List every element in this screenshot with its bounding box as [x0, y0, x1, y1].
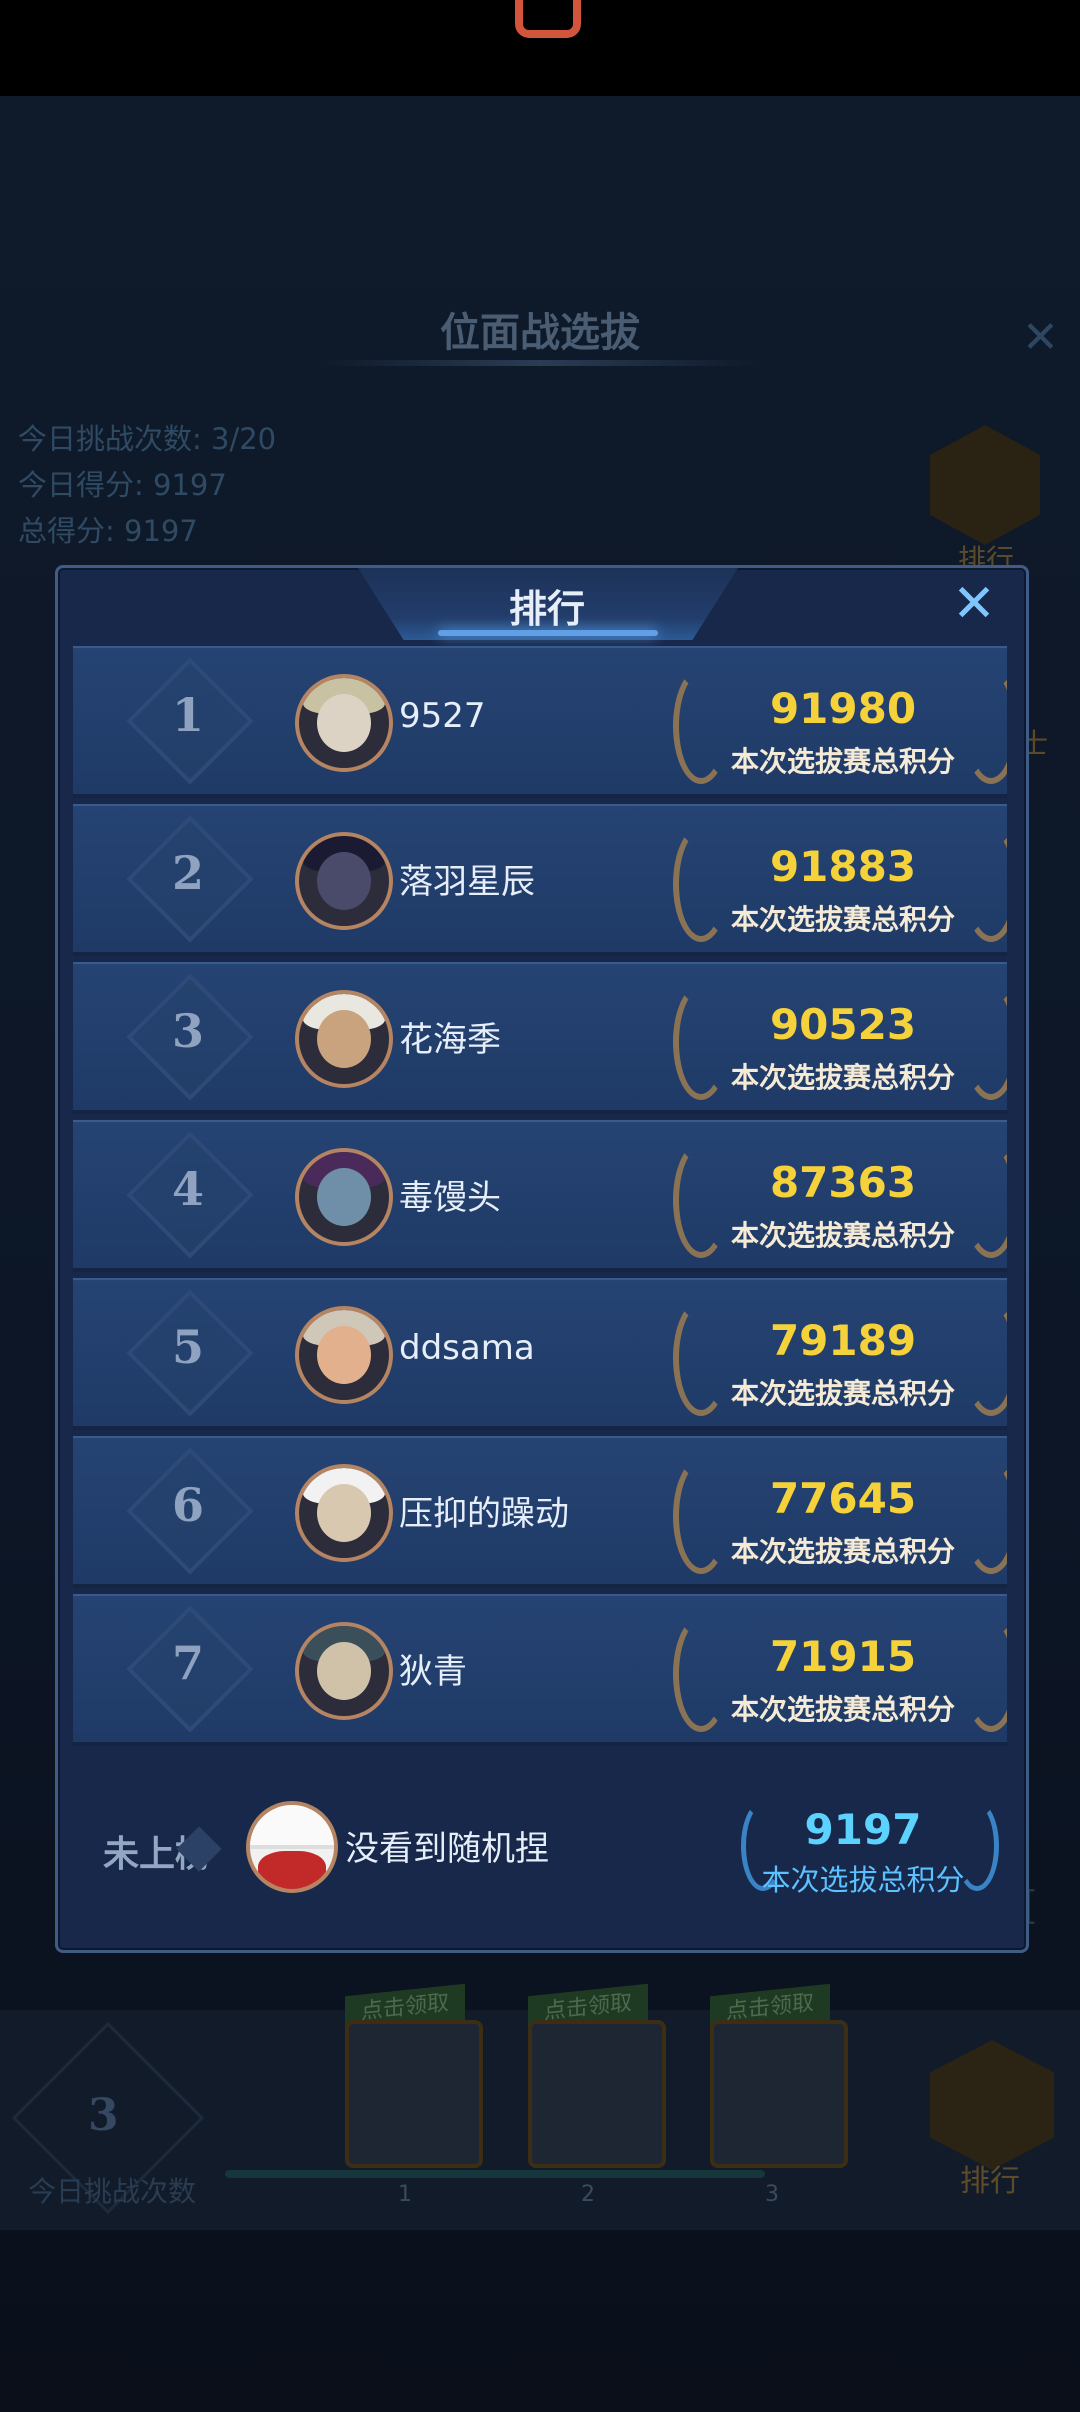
rank-number: 5 [171, 1320, 204, 1374]
background-close-icon[interactable]: ✕ [1022, 312, 1059, 363]
player-name: 压抑的躁动 [399, 1494, 569, 1534]
background-challenge-count: 3 [88, 2090, 119, 2141]
panel-title: 排行 [508, 586, 585, 631]
score-label: 本次选拔赛总积分 [730, 1535, 955, 1568]
my-player-name: 没看到随机捏 [345, 1829, 549, 1869]
score-value: 77645 [769, 1474, 917, 1523]
avatar[interactable] [295, 1622, 393, 1720]
score-label: 本次选拔赛总积分 [730, 1693, 955, 1726]
score-value: 91883 [769, 842, 917, 891]
ranking-row[interactable]: 1 9527 91980 本次选拔赛总积分 [73, 646, 1007, 798]
score-value: 87363 [769, 1158, 917, 1207]
app-logo-icon [515, 0, 581, 38]
background-stat-challenges: 今日挑战次数: 3/20 [18, 422, 277, 456]
ranking-row[interactable]: 3 花海季 90523 本次选拔赛总积分 [73, 962, 1007, 1114]
avatar[interactable] [295, 1148, 393, 1246]
player-name: 狄青 [399, 1652, 467, 1692]
my-avatar-cloak [258, 1851, 326, 1889]
rank-number: 6 [171, 1478, 204, 1532]
ranking-row[interactable]: 2 落羽星辰 91883 本次选拔赛总积分 [73, 804, 1007, 956]
background-stat-today-score: 今日得分: 9197 [18, 468, 227, 502]
avatar[interactable] [295, 1306, 393, 1404]
avatar[interactable] [295, 832, 393, 930]
avatar[interactable] [295, 674, 393, 772]
treasure-chest-2[interactable] [528, 2020, 666, 2168]
avatar-face [317, 1168, 371, 1226]
rank-number: 4 [171, 1162, 204, 1216]
background-progress-bar [225, 2170, 765, 2178]
score-label: 本次选拔赛总积分 [730, 745, 955, 778]
my-avatar-hat [250, 1805, 334, 1849]
ranking-row[interactable]: 6 压抑的躁动 77645 本次选拔赛总积分 [73, 1436, 1007, 1588]
score-label: 本次选拔赛总积分 [730, 903, 955, 936]
player-name: 毒馒头 [399, 1178, 501, 1218]
background-title-bar [320, 360, 760, 366]
avatar-face [317, 1484, 371, 1542]
score-label: 本次选拔赛总积分 [730, 1377, 955, 1410]
treasure-chest-3[interactable] [710, 2020, 848, 2168]
ranking-panel: 排行 ✕ 1 9527 91980 本次选拔赛总积分 2 落羽星辰 91883 … [55, 565, 1029, 1953]
score-value: 71915 [769, 1632, 917, 1681]
chest-number-1: 1 [398, 2182, 412, 2207]
my-avatar[interactable] [246, 1801, 338, 1893]
ranking-row[interactable]: 7 狄青 71915 本次选拔赛总积分 [73, 1594, 1007, 1746]
player-name: 落羽星辰 [399, 862, 535, 902]
avatar-face [317, 852, 371, 910]
background-stat-total-score: 总得分: 9197 [18, 514, 198, 548]
avatar-face [317, 1010, 371, 1068]
chest-number-3: 3 [765, 2182, 779, 2207]
treasure-chest-1[interactable] [345, 2020, 483, 2168]
avatar-face [317, 1326, 371, 1384]
rank-number: 3 [171, 1004, 204, 1058]
avatar[interactable] [295, 1464, 393, 1562]
avatar-face [317, 1642, 371, 1700]
ranking-row[interactable]: 5 ddsama 79189 本次选拔赛总积分 [73, 1278, 1007, 1430]
background-challenge-label: 今日挑战次数 [28, 2175, 197, 2208]
player-name: 9527 [399, 696, 486, 736]
avatar[interactable] [295, 990, 393, 1088]
score-label: 本次选拔赛总积分 [730, 1061, 955, 1094]
player-name: ddsama [399, 1328, 535, 1368]
chest-number-2: 2 [581, 2182, 595, 2207]
rank-number: 2 [171, 846, 204, 900]
rank-number: 7 [171, 1636, 204, 1690]
ranking-list[interactable]: 1 9527 91980 本次选拔赛总积分 2 落羽星辰 91883 本次选拔赛… [73, 646, 1007, 1752]
player-name: 花海季 [399, 1020, 501, 1060]
rank-number: 1 [171, 688, 204, 742]
my-score-value: 9197 [804, 1805, 922, 1854]
background-title: 位面战选拔 [440, 309, 640, 356]
my-score-label: 本次选拔总积分 [761, 1863, 965, 1897]
ranking-row[interactable]: 4 毒馒头 87363 本次选拔赛总积分 [73, 1120, 1007, 1272]
my-rank-row[interactable]: 未上榜 没看到随机捏 9197 本次选拔总积分 [73, 1773, 1007, 1923]
trophy-label: 排行 [960, 2164, 1020, 2199]
score-value: 79189 [769, 1316, 917, 1365]
panel-header: 排行 ✕ [58, 568, 1026, 640]
close-icon[interactable]: ✕ [946, 576, 1002, 632]
score-label: 本次选拔赛总积分 [730, 1219, 955, 1252]
status-bar [0, 0, 1080, 96]
score-value: 91980 [769, 684, 917, 733]
avatar-face [317, 694, 371, 752]
score-value: 90523 [769, 1000, 917, 1049]
